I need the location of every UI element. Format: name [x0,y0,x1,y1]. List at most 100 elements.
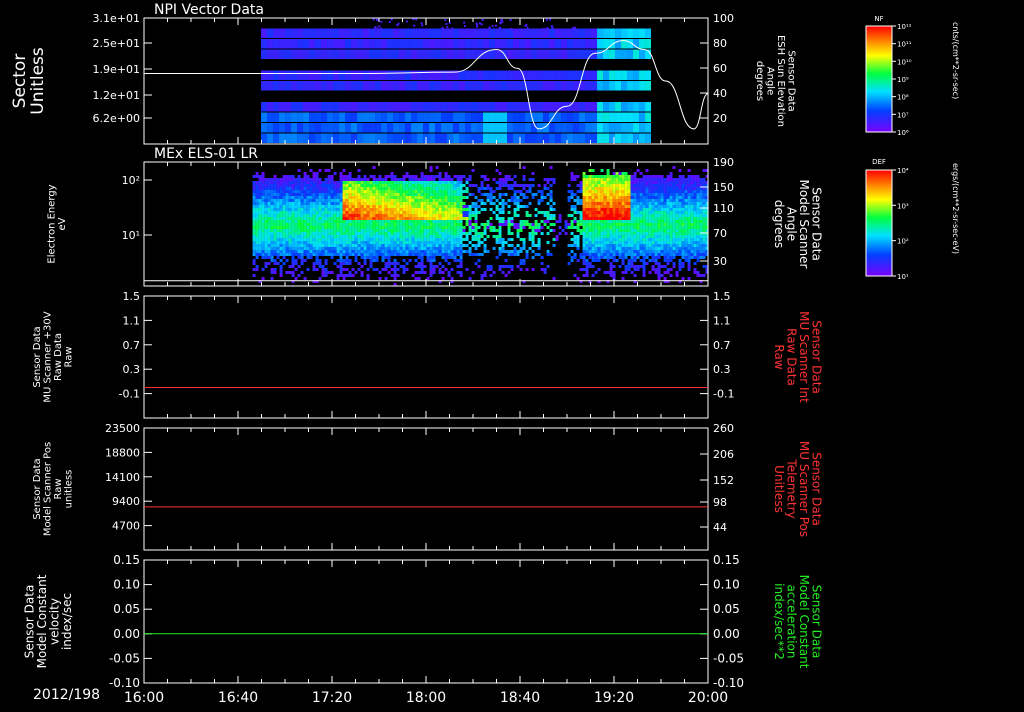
heatmap-cell [307,208,310,211]
heatmap-cell [616,244,619,247]
heatmap-cell [658,265,661,268]
heatmap-cell [405,29,411,39]
heatmap-cell [633,134,639,144]
heatmap-cell [595,253,598,256]
heatmap-cell [646,175,649,178]
heatmap-cell [301,214,304,217]
heatmap-cell [340,259,343,262]
heatmap-cell [343,241,346,244]
heatmap-cell [589,190,592,193]
heatmap-cell [592,241,595,244]
heatmap-cell [307,199,310,202]
heatmap-cell [697,241,700,244]
heatmap-cell [652,244,655,247]
heatmap-cell [499,181,502,184]
heatmap-cell [346,229,349,232]
heatmap-cell [451,250,454,253]
heatmap-cell [373,193,376,196]
heatmap-cell [328,232,331,235]
heatmap-cell [298,220,301,223]
heatmap-cell [358,238,361,241]
heatmap-cell [628,244,631,247]
heatmap-cell [343,214,346,217]
heatmap-cell [295,277,298,280]
heatmap-cell [625,223,628,226]
heatmap-cell [688,208,691,211]
heatmap-cell [382,259,385,262]
heatmap-cell [385,277,388,280]
heatmap-cell [567,39,573,49]
heatmap-cell [409,238,412,241]
heatmap-cell [394,274,397,277]
heatmap-cell [292,187,295,190]
heatmap-cell [328,238,331,241]
heatmap-cell [514,253,517,256]
heatmap-cell [445,205,448,208]
heatmap-cell [583,259,586,262]
heatmap-cell [430,196,433,199]
y-tick-label-right: 1.5 [713,290,731,303]
heatmap-cell [667,250,670,253]
heatmap-cell [316,202,319,205]
heatmap-cell [376,226,379,229]
heatmap-cell [700,193,703,196]
heatmap-cell [339,71,345,81]
heatmap-cell [351,29,357,39]
heatmap-cell [652,241,655,244]
heatmap-cell [271,217,274,220]
heatmap-cell [436,214,439,217]
heatmap-cell [673,250,676,253]
heatmap-cell [327,102,333,112]
heatmap-cell [475,226,478,229]
heatmap-cell [442,232,445,235]
heatmap-cell [469,208,472,211]
heatmap-cell [328,271,331,274]
heatmap-cell [436,226,439,229]
heatmap-cell [451,253,454,256]
heatmap-cell [685,187,688,190]
heatmap-cell [310,190,313,193]
heatmap-cell [355,208,358,211]
heatmap-cell [478,211,481,214]
heatmap-cell [499,22,501,24]
heatmap-cell [549,102,555,112]
heatmap-cell [340,187,343,190]
heatmap-cell [445,190,448,193]
heatmap-cell [256,265,259,268]
heatmap-cell [262,223,265,226]
heatmap-cell [598,190,601,193]
heatmap-cell [442,223,445,226]
heatmap-cell [253,187,256,190]
heatmap-cell [424,217,427,220]
heatmap-cell [469,211,472,214]
heatmap-cell [661,187,664,190]
heatmap-cell [355,181,358,184]
heatmap-cell [333,123,339,133]
heatmap-cell [268,241,271,244]
heatmap-cell [286,199,289,202]
heatmap-cell [652,253,655,256]
heatmap-cell [370,196,373,199]
heatmap-cell [373,208,376,211]
heatmap-cell [591,29,597,39]
heatmap-cell [643,178,646,181]
heatmap-cell [583,217,586,220]
heatmap-cell [490,226,493,229]
heatmap-cell [547,193,550,196]
heatmap-cell [592,169,595,172]
heatmap-cell [439,223,442,226]
heatmap-cell [292,250,295,253]
heatmap-cell [667,238,670,241]
heatmap-cell [520,229,523,232]
heatmap-cell [367,256,370,259]
heatmap-cell [385,175,388,178]
heatmap-cell [415,220,418,223]
heatmap-cell [375,29,381,39]
heatmap-cell [454,193,457,196]
heatmap-cell [583,190,586,193]
heatmap-cell [355,187,358,190]
heatmap-cell [679,235,682,238]
heatmap-cell [418,229,421,232]
heatmap-cell [502,205,505,208]
heatmap-cell [352,226,355,229]
